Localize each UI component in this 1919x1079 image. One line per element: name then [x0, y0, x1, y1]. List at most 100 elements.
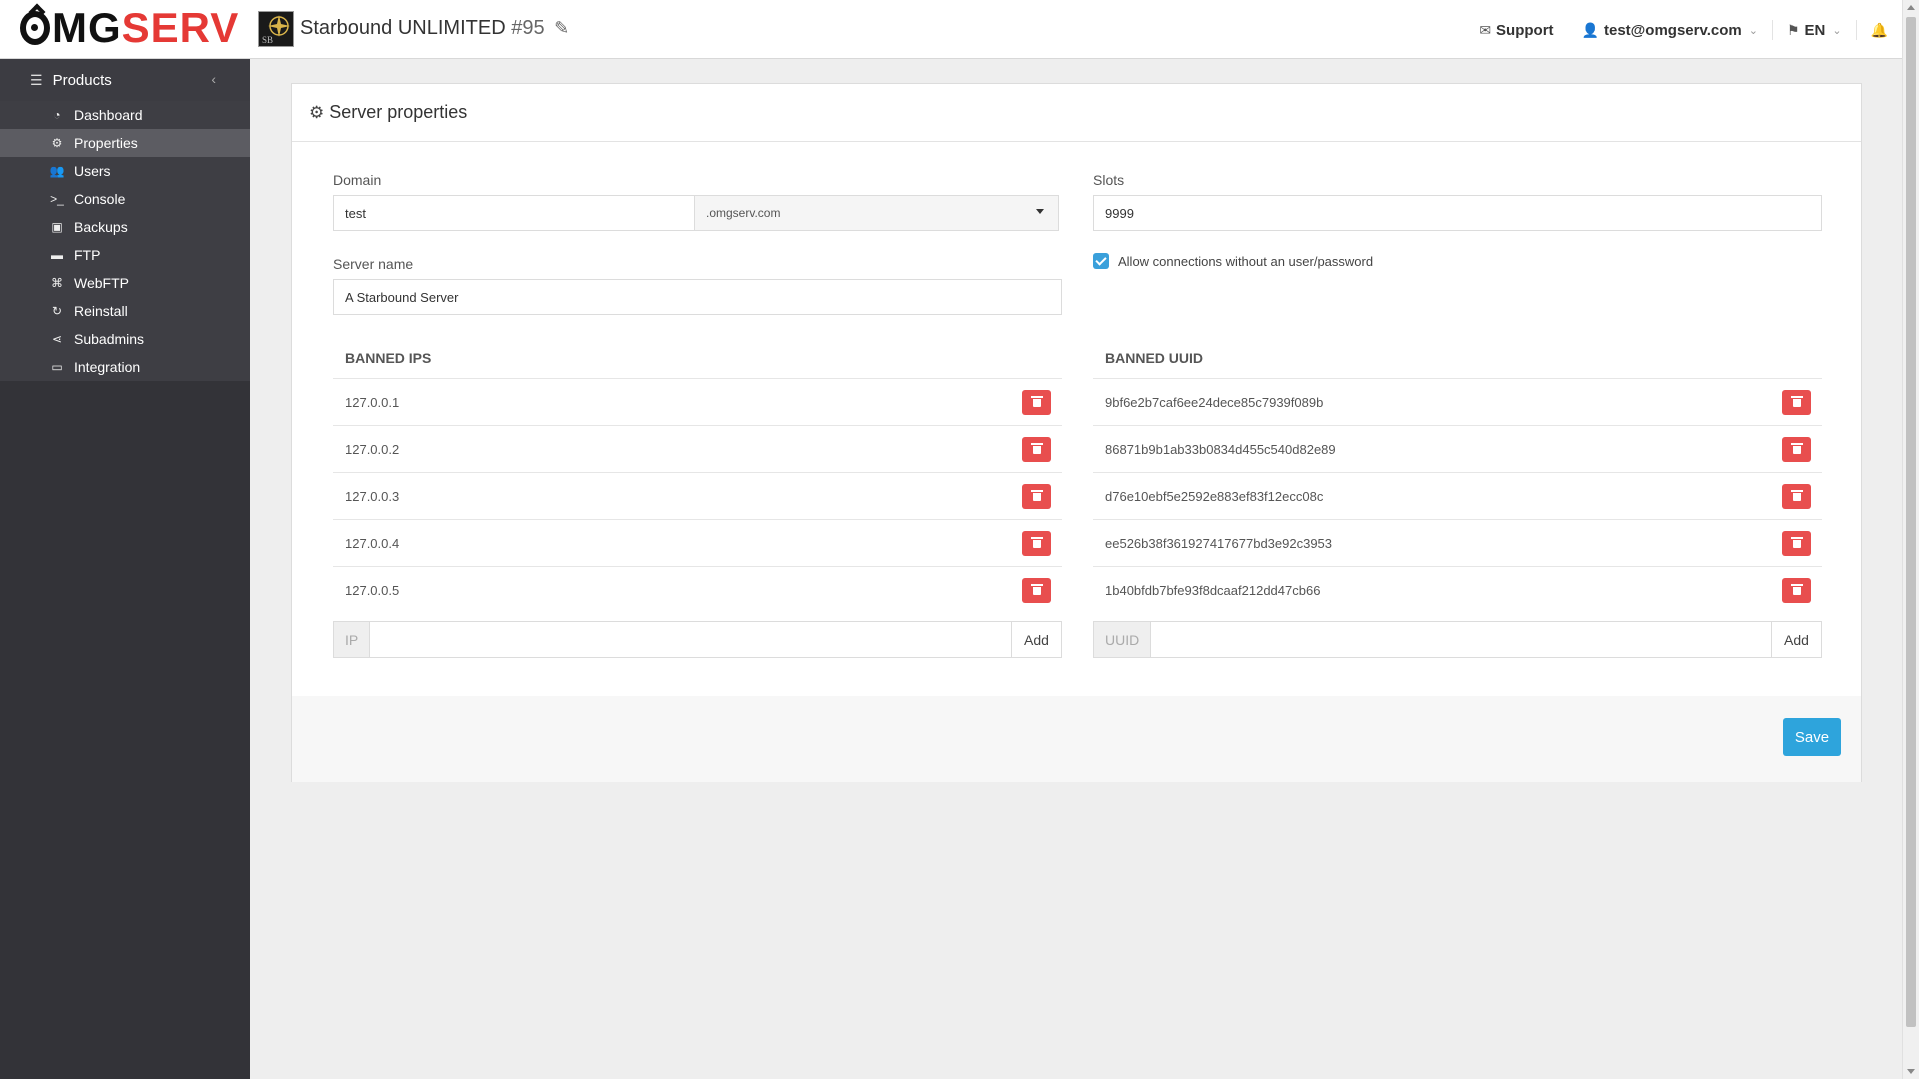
banned-uuid-row: 9bf6e2b7caf6ee24dece85c7939f089b — [1093, 378, 1822, 425]
delete-banned-ip-button[interactable] — [1022, 484, 1051, 509]
slots-label: Slots — [1093, 172, 1125, 188]
delete-banned-ip-button[interactable] — [1022, 578, 1051, 603]
user-icon: 👤 — [1581, 21, 1599, 38]
user-email: test@omgserv.com — [1603, 21, 1742, 39]
sidebar-item-reinstall[interactable]: ↻ Reinstall — [0, 297, 250, 325]
bell-icon: 🔔 — [1870, 21, 1888, 38]
language-menu[interactable]: ⚑ EN ⌄ — [1773, 20, 1856, 40]
sidebar-item-webftp[interactable]: ⌘ WebFTP — [0, 269, 250, 297]
server-properties-panel: ⚙ Server properties Domain test .omgserv… — [291, 83, 1862, 782]
share-icon: ⋖ — [51, 332, 63, 346]
scrollbar-thumb[interactable] — [1906, 17, 1916, 1027]
sidebar-item-label: Properties — [74, 135, 138, 151]
scroll-down-icon[interactable] — [1907, 1069, 1915, 1074]
allow-anonymous-label: Allow connections without an user/passwo… — [1118, 253, 1374, 269]
sidebar-item-integration[interactable]: ▭ Integration — [0, 353, 250, 381]
allow-anonymous-checkbox[interactable] — [1093, 253, 1109, 269]
banned-uuid-row: ee526b38f361927417677bd3e92c3953 — [1093, 519, 1822, 566]
add-ip-button[interactable]: Add — [1011, 622, 1061, 657]
flag-icon: ⚑ — [1786, 21, 1800, 38]
sidebar-section-products[interactable]: ☰ Products ‹ — [0, 59, 250, 101]
trash-icon — [1030, 395, 1043, 407]
sidebar-item-dashboard[interactable]: ◔ Dashboard — [0, 101, 250, 129]
delete-banned-uuid-button[interactable] — [1782, 484, 1811, 509]
chevron-left-icon[interactable]: ‹ — [211, 71, 216, 87]
panel-header: ⚙ Server properties — [292, 84, 1861, 142]
domain-suffix-value: .omgserv.com — [706, 206, 781, 220]
refresh-icon: ↻ — [51, 304, 63, 318]
delete-banned-ip-button[interactable] — [1022, 390, 1051, 415]
user-menu[interactable]: 👤 test@omgserv.com ⌄ — [1568, 20, 1772, 40]
banned-uuid-row: 1b40bfdb7bfe93f8dcaaf212dd47cb66 — [1093, 566, 1822, 613]
support-label: Support — [1496, 21, 1554, 39]
uuid-input[interactable] — [1151, 622, 1771, 657]
gear-icon: ⚙ — [309, 102, 325, 122]
banned-ip-row: 127.0.0.5 — [333, 566, 1062, 613]
svg-text:SB: SB — [262, 35, 273, 45]
delete-banned-uuid-button[interactable] — [1782, 390, 1811, 415]
ip-addon: IP — [334, 622, 371, 657]
top-nav: ✉ Support 👤 test@omgserv.com ⌄ ⚑ EN ⌄ 🔔 — [1465, 20, 1902, 40]
server-icon: ☰ — [30, 71, 43, 88]
banned-ip-value: 127.0.0.1 — [345, 394, 400, 410]
caret-down-icon — [1036, 209, 1044, 214]
banned-uuid-row: d76e10ebf5e2592e883ef83f12ecc08c — [1093, 472, 1822, 519]
trash-icon — [1030, 442, 1043, 454]
domain-input[interactable]: test — [333, 195, 695, 231]
terminal-icon: >_ — [50, 192, 64, 206]
server-title-text: Starbound UNLIMITED — [300, 17, 506, 39]
sidebar-item-console[interactable]: >_ Console — [0, 185, 250, 213]
delete-banned-ip-button[interactable] — [1022, 437, 1051, 462]
sidebar-item-label: Dashboard — [74, 107, 143, 123]
banned-uuid-value: 1b40bfdb7bfe93f8dcaaf212dd47cb66 — [1105, 582, 1321, 598]
ip-input[interactable] — [370, 622, 1011, 657]
sidebar-item-properties[interactable]: ⚙ Properties — [0, 129, 250, 157]
banned-uuid-row: 86871b9b1ab33b0834d455c540d82e89 — [1093, 425, 1822, 472]
sidebar-item-label: Reinstall — [74, 303, 128, 319]
omgserv-logo[interactable]: MG SERV — [20, 7, 239, 49]
page-scrollbar[interactable] — [1902, 0, 1919, 1079]
domain-label: Domain — [333, 172, 382, 188]
trash-icon — [1790, 395, 1803, 407]
trash-icon — [1790, 583, 1803, 595]
sidebar-item-ftp[interactable]: ▬ FTP — [0, 241, 250, 269]
uuid-addon: UUID — [1094, 622, 1152, 657]
banned-ip-row: 127.0.0.3 — [333, 472, 1062, 519]
panel-footer: Save — [292, 696, 1861, 782]
gear-icon: ⚙ — [51, 136, 63, 150]
sidebar-item-backups[interactable]: ▣ Backups — [0, 213, 250, 241]
trash-icon — [1790, 536, 1803, 548]
language-label: EN — [1804, 21, 1826, 39]
sitemap-icon: ⌘ — [51, 276, 63, 290]
banned-ip-row: 127.0.0.1 — [333, 378, 1062, 425]
add-uuid-button[interactable]: Add — [1771, 622, 1821, 657]
starbound-logo-icon: SB — [259, 12, 293, 46]
chevron-down-icon: ⌄ — [1748, 24, 1758, 37]
sidebar-item-label: Backups — [74, 219, 128, 235]
sidebar-item-label: Integration — [74, 359, 141, 375]
scroll-up-icon[interactable] — [1907, 5, 1915, 10]
banned-uuid-value: ee526b38f361927417677bd3e92c3953 — [1105, 535, 1333, 551]
edit-icon[interactable]: ✎ — [554, 18, 569, 39]
add-ip-group: IP Add — [333, 621, 1062, 658]
banned-ips-heading: BANNED IPS — [345, 350, 432, 366]
trash-icon — [1030, 583, 1043, 595]
domain-suffix-select[interactable]: .omgserv.com — [694, 195, 1059, 231]
sidebar-item-subadmins[interactable]: ⋖ Subadmins — [0, 325, 250, 353]
delete-banned-ip-button[interactable] — [1022, 531, 1051, 556]
slots-input[interactable]: 9999 — [1093, 195, 1822, 231]
support-link[interactable]: ✉ Support — [1465, 20, 1567, 40]
banned-uuid-heading: BANNED UUID — [1105, 350, 1203, 366]
banned-uuid-value: 9bf6e2b7caf6ee24dece85c7939f089b — [1105, 394, 1324, 410]
delete-banned-uuid-button[interactable] — [1782, 531, 1811, 556]
save-button[interactable]: Save — [1783, 718, 1841, 756]
sidebar-item-users[interactable]: 👥 Users — [0, 157, 250, 185]
server-name-input[interactable]: A Starbound Server — [333, 279, 1062, 315]
add-uuid-group: UUID Add — [1093, 621, 1822, 658]
delete-banned-uuid-button[interactable] — [1782, 437, 1811, 462]
folder-icon: ▬ — [51, 248, 63, 262]
delete-banned-uuid-button[interactable] — [1782, 578, 1811, 603]
banned-ip-value: 127.0.0.4 — [345, 535, 400, 551]
notifications-button[interactable]: 🔔 — [1857, 20, 1902, 40]
envelope-icon: ✉ — [1479, 21, 1492, 38]
